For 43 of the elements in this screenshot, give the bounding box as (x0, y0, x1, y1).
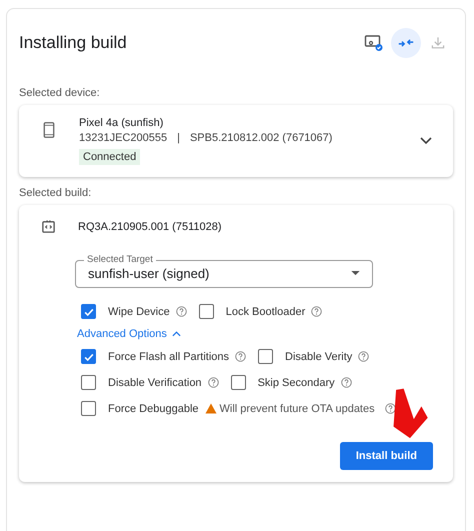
warning-text: Will prevent future OTA updates (220, 402, 375, 414)
checkbox[interactable] (258, 349, 274, 364)
advanced-options-toggle[interactable]: Advanced Options (77, 328, 181, 340)
serial-number: 13231JEC200555 (79, 132, 168, 144)
option-label: Wipe Device (108, 306, 170, 318)
option-label: Skip Secondary (258, 376, 335, 388)
checkbox[interactable] (198, 304, 214, 319)
option-label: Disable Verification (108, 376, 202, 388)
target-select[interactable]: Selected Target sunfish-user (signed) (75, 254, 373, 288)
help-icon[interactable] (208, 377, 219, 388)
build-name: RQ3A.210905.001 (7511028) (78, 220, 222, 232)
checkbox[interactable] (230, 375, 246, 390)
install-button[interactable]: Install build (340, 442, 433, 470)
option-label: Disable Verity (285, 350, 352, 362)
device-card[interactable]: Pixel 4a (sunfish) 13231JEC200555 | SPB5.210812.002 (7671067) Connected (19, 105, 453, 177)
help-icon[interactable] (311, 306, 322, 317)
option-label: Lock Bootloader (226, 306, 306, 318)
phone-icon (43, 121, 55, 139)
help-icon[interactable] (384, 403, 396, 414)
chevron-icon[interactable] (419, 136, 433, 146)
checkbox[interactable] (81, 349, 96, 364)
separator: | (177, 132, 180, 144)
help-icon[interactable] (176, 306, 187, 317)
build-icon (41, 219, 56, 234)
section-label: Selected device: (19, 87, 101, 99)
field-label: Selected Target (86, 254, 154, 266)
device-build: SPB5.210812.002 (7671067) (190, 132, 332, 144)
warning-icon (204, 403, 217, 414)
dropdown-arrow-icon (351, 271, 360, 276)
checkbox[interactable] (81, 375, 96, 390)
option-label: Force Debuggable (108, 402, 199, 414)
chevron-up-icon (172, 331, 181, 337)
help-icon[interactable] (358, 351, 370, 362)
dialog-title: Installing build (19, 33, 127, 53)
checkbox[interactable] (81, 304, 96, 319)
option-label: Force Flash all Partitions (108, 350, 230, 362)
section-label: Selected build: (19, 187, 92, 199)
collapse-icon[interactable] (391, 28, 421, 58)
help-icon[interactable] (340, 377, 352, 388)
checkbox[interactable] (81, 401, 96, 416)
status-chip: Connected (79, 149, 140, 165)
device-name: Pixel 4a (sunfish) (79, 117, 164, 129)
help-icon[interactable] (235, 351, 246, 362)
